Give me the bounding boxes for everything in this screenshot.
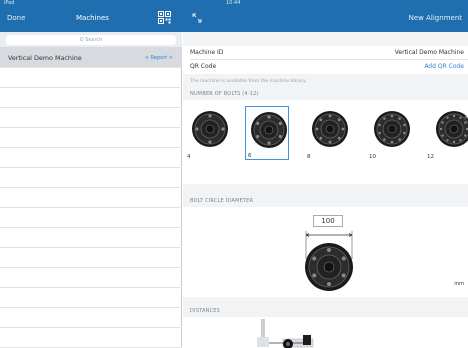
list-item-empty [0, 68, 182, 88]
list-item-empty [0, 228, 182, 248]
status-carrier: iPad [4, 0, 15, 6]
machine-id-field[interactable]: Vertical Demo Machine [395, 49, 464, 56]
diameter-input[interactable]: 100 [313, 215, 343, 227]
list-item-empty [0, 248, 182, 268]
navigation-bar: iPad 10:44 Done Machines New Alignment [0, 0, 468, 32]
diameter-card: 100 mm [183, 207, 468, 297]
list-item-empty [0, 208, 182, 228]
search-bar: Q Search [0, 32, 182, 48]
bolt-count-label: 4 [187, 154, 191, 160]
list-item-empty [0, 128, 182, 148]
qr-scan-icon[interactable] [158, 11, 171, 24]
flange-icon [251, 112, 287, 148]
flange-icon [436, 111, 468, 147]
bolt-option-8[interactable]: 8 [307, 106, 351, 160]
bolt-option-12[interactable]: 12 [427, 106, 468, 160]
list-item-empty [0, 288, 182, 308]
machine-id-label: Machine ID [190, 49, 224, 56]
status-bar: iPad 10:44 [0, 0, 468, 7]
diameter-flange-icon [305, 231, 353, 291]
new-alignment-button[interactable]: New Alignment [409, 14, 462, 22]
list-item-empty [0, 188, 182, 208]
bolt-option-10[interactable]: 10 [369, 106, 413, 160]
status-time: 10:44 [226, 0, 241, 6]
machine-diagram-icon [257, 319, 314, 348]
bolt-carousel[interactable]: 4 6 8 10 12 [183, 106, 468, 162]
list-item-empty [0, 308, 182, 328]
bolt-option-6[interactable]: 6 [245, 106, 289, 160]
qr-code-label: QR Code [190, 63, 217, 70]
list-item-empty [0, 108, 182, 128]
diameter-section-title: BOLT CIRCLE DIAMETER [190, 198, 254, 204]
done-button[interactable]: Done [7, 14, 25, 22]
bolt-count-label: 8 [307, 154, 311, 160]
search-input[interactable]: Q Search [6, 35, 176, 45]
list-item-empty [0, 88, 182, 108]
bolt-count-label: 6 [248, 153, 252, 159]
machine-list: Q Search Vertical Demo Machine < Report … [0, 32, 182, 348]
list-item[interactable]: Vertical Demo Machine < Report > [0, 48, 182, 68]
divider [190, 59, 468, 60]
expand-icon[interactable] [192, 13, 202, 23]
bolt-option-4[interactable]: 4 [187, 106, 231, 160]
distances-card [183, 317, 468, 348]
machine-info-card: Machine ID Vertical Demo Machine QR Code… [183, 46, 468, 74]
bolt-count-label: 12 [427, 154, 434, 160]
bolt-count-card: 4 6 8 10 12 [183, 100, 468, 184]
add-qr-code-button[interactable]: Add QR Code [424, 63, 464, 70]
flange-icon [192, 111, 228, 147]
library-hint: The machine is available from the machin… [190, 79, 307, 84]
unit-label: mm [454, 281, 464, 287]
list-item-empty [0, 168, 182, 188]
flange-icon [312, 111, 348, 147]
bolt-count-label: 10 [369, 154, 376, 160]
list-item-empty [0, 328, 182, 348]
machine-name: Vertical Demo Machine [8, 54, 82, 62]
distances-section-title: DISTANCES [190, 308, 220, 314]
report-link[interactable]: < Report > [145, 55, 173, 61]
bolts-section-title: NUMBER OF BOLTS (4-12) [190, 91, 259, 97]
flange-icon [374, 111, 410, 147]
list-item-empty [0, 148, 182, 168]
machine-detail: Machine ID Vertical Demo Machine QR Code… [183, 32, 468, 348]
nav-title: Machines [76, 14, 109, 22]
list-item-empty [0, 268, 182, 288]
